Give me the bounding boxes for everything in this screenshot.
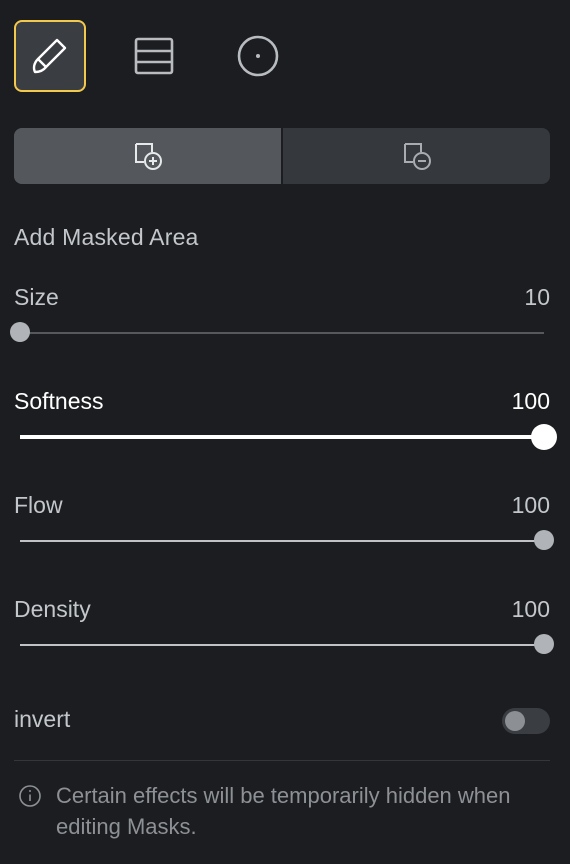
add-mask-button[interactable] — [14, 128, 281, 184]
softness-label: Softness — [14, 388, 104, 414]
radial-gradient-tool-button[interactable] — [222, 20, 294, 92]
density-label: Density — [14, 596, 91, 622]
mask-mode-segmented-control — [14, 128, 550, 184]
density-slider-track[interactable] — [20, 644, 544, 646]
density-slider-row: Density 100 — [14, 596, 554, 656]
flow-value: 100 — [511, 492, 550, 518]
softness-slider-track[interactable] — [20, 435, 544, 439]
flow-slider-thumb[interactable] — [534, 530, 554, 550]
size-slider-row: Size 10 — [10, 284, 550, 344]
flow-slider-track[interactable] — [20, 540, 544, 542]
linear-gradient-icon — [134, 37, 174, 75]
softness-slider-row: Softness 100 — [14, 388, 557, 450]
density-slider-fill — [20, 644, 544, 646]
invert-row: invert — [14, 706, 550, 736]
softness-slider-fill — [20, 435, 544, 439]
size-slider-track[interactable] — [20, 332, 544, 334]
invert-label: invert — [14, 706, 71, 732]
density-slider-thumb[interactable] — [534, 634, 554, 654]
flow-label: Flow — [14, 492, 63, 518]
divider — [14, 760, 550, 761]
subtract-mask-icon — [403, 143, 431, 170]
invert-toggle[interactable] — [502, 708, 550, 734]
info-icon — [19, 785, 41, 807]
softness-slider-thumb[interactable] — [531, 424, 557, 450]
size-slider-thumb[interactable] — [10, 322, 30, 342]
size-label: Size — [14, 284, 59, 310]
density-value: 100 — [511, 596, 550, 622]
subtract-mask-button[interactable] — [283, 128, 550, 184]
brush-icon — [32, 38, 67, 74]
invert-toggle-knob — [505, 711, 525, 731]
info-note-text: Certain effects will be temporarily hidd… — [56, 783, 511, 839]
mask-panel: Add Masked Area Size 10 Softness 100 Flo… — [0, 0, 570, 864]
add-mask-icon — [134, 143, 162, 170]
softness-value: 100 — [511, 388, 550, 414]
section-title: Add Masked Area — [14, 224, 199, 250]
flow-slider-row: Flow 100 — [14, 492, 554, 552]
radial-gradient-icon — [237, 35, 279, 77]
linear-gradient-tool-button[interactable] — [118, 20, 190, 92]
flow-slider-fill — [20, 540, 544, 542]
size-value: 10 — [524, 284, 550, 310]
brush-tool-button[interactable] — [14, 20, 86, 92]
